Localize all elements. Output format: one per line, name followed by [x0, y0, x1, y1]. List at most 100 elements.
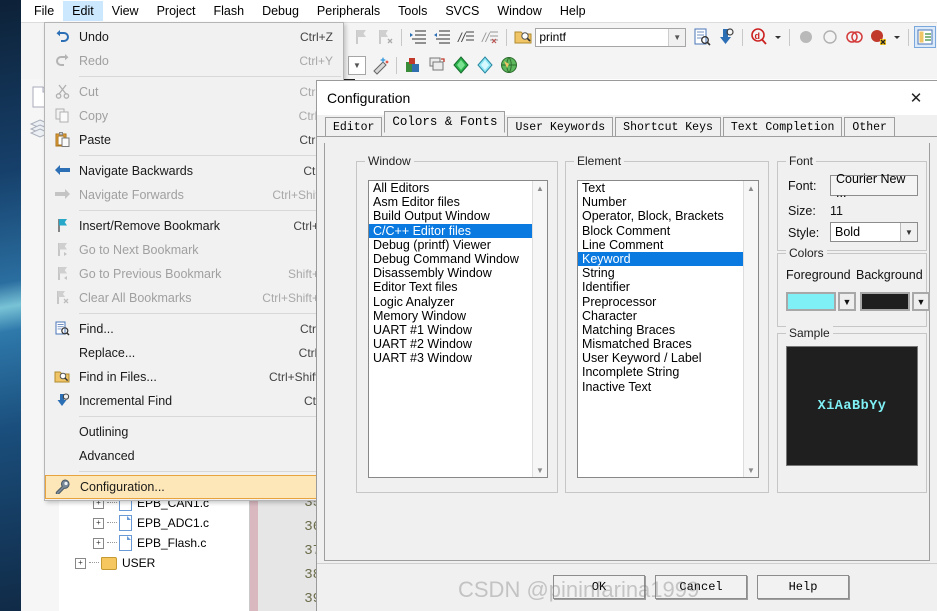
- list-item[interactable]: UART #3 Window: [369, 351, 547, 365]
- debug-search-icon[interactable]: d: [749, 27, 769, 47]
- window-listbox[interactable]: All Editors Asm Editor files Build Outpu…: [368, 180, 548, 478]
- breakpoint-disable-all-icon[interactable]: [844, 27, 864, 47]
- target-options-icon[interactable]: [403, 55, 423, 75]
- style-combo[interactable]: Bold ▼: [830, 222, 918, 242]
- list-item[interactable]: Build Output Window: [369, 209, 547, 223]
- menu-flash[interactable]: Flash: [204, 1, 253, 21]
- menu-item-copy[interactable]: Copy Ctrl+C: [45, 104, 343, 128]
- menu-item-go-to-previous-bookmark[interactable]: Go to Previous Bookmark Shift+F2: [45, 262, 343, 286]
- breakpoint-disable-icon[interactable]: [820, 27, 840, 47]
- list-item[interactable]: Identifier: [578, 280, 758, 294]
- menu-item-redo[interactable]: Redo Ctrl+Y: [45, 49, 343, 73]
- target-select-combo[interactable]: ▼: [348, 55, 366, 75]
- chevron-down-icon[interactable]: [892, 27, 902, 47]
- list-item[interactable]: Memory Window: [369, 309, 547, 323]
- background-color-swatch[interactable]: [860, 292, 910, 311]
- menu-item-find-in-files[interactable]: Find in Files... Ctrl+Shift+F: [45, 365, 343, 389]
- build-wizard-icon[interactable]: [370, 55, 390, 75]
- list-item[interactable]: String: [578, 266, 758, 280]
- tab-other[interactable]: Other: [844, 117, 895, 136]
- chevron-up-icon[interactable]: ▲: [533, 181, 547, 195]
- menu-item-navigate-forwards[interactable]: Navigate Forwards Ctrl+Shift+-: [45, 183, 343, 207]
- chevron-down-icon[interactable]: ▼: [668, 28, 686, 46]
- list-item[interactable]: Preprocessor: [578, 295, 758, 309]
- menu-peripherals[interactable]: Peripherals: [308, 1, 389, 21]
- list-item[interactable]: Number: [578, 195, 758, 209]
- window-list-scrollbar[interactable]: ▲ ▼: [532, 181, 547, 477]
- list-item[interactable]: Mismatched Braces: [578, 337, 758, 351]
- ok-button[interactable]: OK: [553, 575, 645, 599]
- menu-item-paste[interactable]: Paste Ctrl+V: [45, 128, 343, 152]
- menu-edit[interactable]: Edit: [63, 1, 103, 21]
- list-item[interactable]: All Editors: [369, 181, 547, 195]
- menu-view[interactable]: View: [103, 1, 148, 21]
- help-button[interactable]: Help: [757, 575, 849, 599]
- menu-item-incremental-find[interactable]: Incremental Find Ctrl+I: [45, 389, 343, 413]
- comment-icon[interactable]: //: [456, 27, 476, 47]
- build-icon[interactable]: [451, 55, 471, 75]
- translate-icon[interactable]: [499, 55, 519, 75]
- list-item[interactable]: Block Comment: [578, 224, 758, 238]
- indent-right-icon[interactable]: [408, 27, 428, 47]
- list-item[interactable]: Matching Braces: [578, 323, 758, 337]
- list-item[interactable]: Debug (printf) Viewer: [369, 238, 547, 252]
- menu-item-cut[interactable]: Cut Ctrl+X: [45, 80, 343, 104]
- chevron-up-icon[interactable]: ▲: [744, 181, 758, 195]
- tab-user-keywords[interactable]: User Keywords: [507, 117, 614, 136]
- tree-expand-icon[interactable]: +: [93, 537, 104, 549]
- element-list-scrollbar[interactable]: ▲ ▼: [743, 181, 758, 477]
- tab-text-completion[interactable]: Text Completion: [722, 117, 843, 136]
- list-item[interactable]: Character: [578, 309, 758, 323]
- chevron-down-icon[interactable]: [773, 27, 783, 47]
- list-item[interactable]: Text: [578, 181, 758, 195]
- menu-project[interactable]: Project: [148, 1, 205, 21]
- list-item[interactable]: Operator, Block, Brackets: [578, 209, 758, 223]
- menu-item-undo[interactable]: Undo Ctrl+Z: [45, 25, 343, 49]
- menu-debug[interactable]: Debug: [253, 1, 308, 21]
- menu-item-insert-remove-bookmark[interactable]: Insert/Remove Bookmark Ctrl+F2: [45, 214, 343, 238]
- menu-item-configuration[interactable]: Configuration...: [45, 475, 343, 499]
- bookmark-prev-icon[interactable]: [351, 27, 371, 47]
- background-color-dropdown[interactable]: ▼: [912, 292, 930, 311]
- list-item[interactable]: Inactive Text: [578, 380, 758, 394]
- tab-colors-and-fonts[interactable]: Colors & Fonts: [384, 111, 506, 133]
- menu-item-clear-all-bookmarks[interactable]: Clear All Bookmarks Ctrl+Shift+F2: [45, 286, 343, 310]
- list-item[interactable]: + USER: [59, 553, 249, 573]
- menu-item-outlining[interactable]: Outlining ▶: [45, 420, 343, 444]
- bookmark-clear-icon[interactable]: [375, 27, 395, 47]
- foreground-color-dropdown[interactable]: ▼: [838, 292, 856, 311]
- menu-item-replace[interactable]: Replace... Ctrl+H: [45, 341, 343, 365]
- chevron-down-icon[interactable]: ▼: [900, 223, 917, 241]
- menu-item-advanced[interactable]: Advanced ▶: [45, 444, 343, 468]
- chevron-down-icon[interactable]: ▼: [533, 463, 547, 477]
- list-item[interactable]: Logic Analyzer: [369, 295, 547, 309]
- find-in-files-icon[interactable]: [513, 27, 533, 47]
- list-item[interactable]: Disassembly Window: [369, 266, 547, 280]
- list-item[interactable]: UART #1 Window: [369, 323, 547, 337]
- menu-help[interactable]: Help: [551, 1, 595, 21]
- list-item[interactable]: User Keyword / Label: [578, 351, 758, 365]
- list-item-selected[interactable]: Keyword: [578, 251, 758, 267]
- font-select-button[interactable]: Courier New ...: [830, 172, 918, 200]
- list-item[interactable]: + EPB_ADC1.c: [59, 513, 249, 533]
- menu-svcs[interactable]: SVCS: [436, 1, 488, 21]
- chevron-down-icon[interactable]: ▼: [744, 463, 758, 477]
- manage-components-icon[interactable]: [913, 26, 936, 48]
- list-item[interactable]: UART #2 Window: [369, 337, 547, 351]
- list-item[interactable]: Editor Text files: [369, 280, 547, 294]
- list-item[interactable]: Line Comment: [578, 238, 758, 252]
- menu-item-find[interactable]: Find... Ctrl+F: [45, 317, 343, 341]
- menu-tools[interactable]: Tools: [389, 1, 436, 21]
- menu-file[interactable]: File: [25, 1, 63, 21]
- close-icon[interactable]: ✕: [894, 81, 937, 115]
- list-item[interactable]: Incomplete String: [578, 365, 758, 379]
- uncomment-icon[interactable]: //: [480, 27, 500, 47]
- tree-expand-icon[interactable]: +: [75, 557, 86, 569]
- element-listbox[interactable]: Text Number Operator, Block, Brackets Bl…: [577, 180, 759, 478]
- batch-build-icon[interactable]: [427, 55, 447, 75]
- cancel-button[interactable]: Cancel: [655, 575, 747, 599]
- menu-window[interactable]: Window: [488, 1, 550, 21]
- list-item[interactable]: Debug Command Window: [369, 252, 547, 266]
- breakpoint-icon[interactable]: [796, 27, 816, 47]
- find-combo[interactable]: printf ▼: [535, 27, 687, 47]
